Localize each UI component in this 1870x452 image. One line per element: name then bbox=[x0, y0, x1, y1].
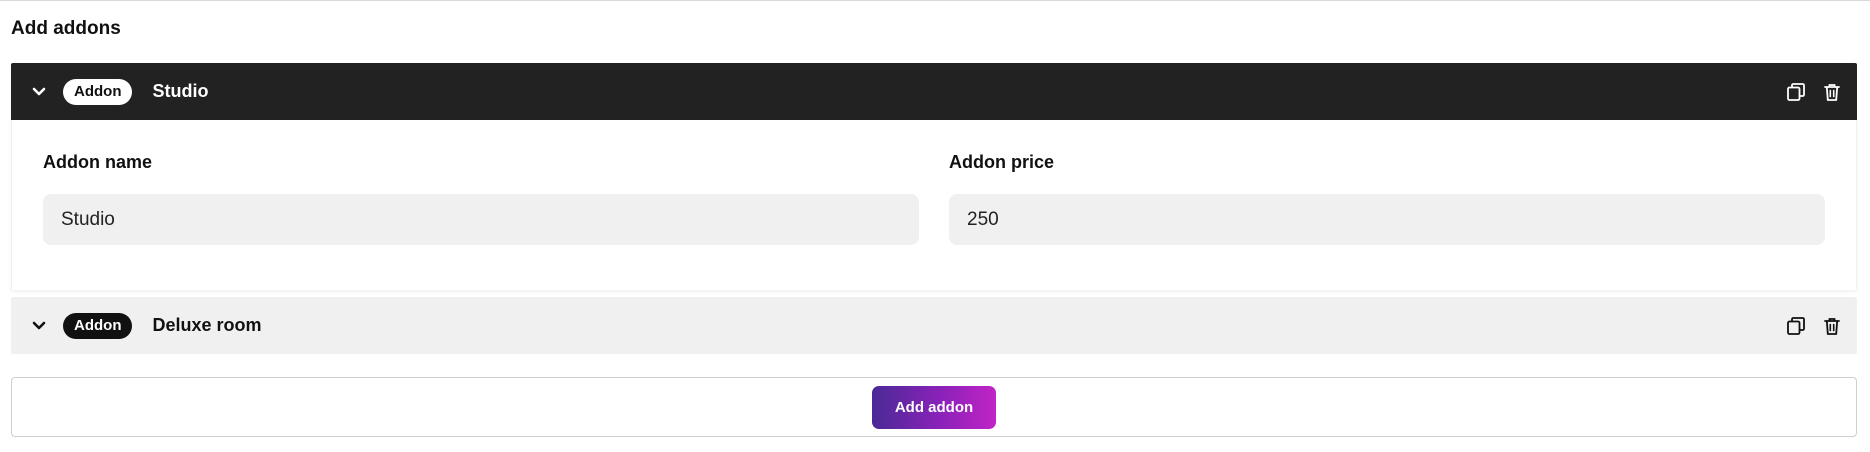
addon-price-label: Addon price bbox=[949, 152, 1055, 172]
duplicate-icon[interactable] bbox=[1785, 315, 1807, 337]
addon-name-field: Addon name bbox=[43, 152, 919, 245]
addon-card-header[interactable]: Addon Studio bbox=[11, 63, 1857, 120]
addon-card: Addon Studio Addon name Studio Addon pri… bbox=[11, 63, 1857, 290]
section-title: Add addons bbox=[11, 18, 121, 39]
addon-price-field: Addon price bbox=[949, 152, 1825, 245]
addon-name-label: Addon name bbox=[43, 152, 153, 172]
duplicate-icon[interactable] bbox=[1785, 81, 1807, 103]
add-addon-bar: Add addon bbox=[11, 377, 1857, 437]
chevron-down-icon[interactable] bbox=[29, 82, 49, 102]
addon-type-badge: Addon bbox=[63, 78, 133, 105]
add-addon-button[interactable]: Add addon bbox=[872, 385, 996, 429]
addon-name-input[interactable] bbox=[43, 194, 919, 245]
addon-card-header[interactable]: Addon Deluxe room bbox=[11, 297, 1857, 354]
addon-card-actions bbox=[1785, 297, 1843, 354]
addon-card: Addon Deluxe room bbox=[11, 297, 1857, 354]
addon-card-body: Addon name Addon price bbox=[11, 120, 1857, 290]
trash-icon[interactable] bbox=[1821, 81, 1843, 103]
addon-card-actions bbox=[1785, 63, 1843, 120]
addon-card-title: Deluxe room bbox=[152, 315, 262, 335]
chevron-down-icon[interactable] bbox=[29, 316, 49, 336]
trash-icon[interactable] bbox=[1821, 315, 1843, 337]
addon-card-title: Studio bbox=[152, 81, 209, 101]
addon-type-badge: Addon bbox=[63, 312, 133, 339]
addon-price-input[interactable] bbox=[949, 194, 1825, 245]
addons-page: Add addons Addon Studio Addon name Studi… bbox=[0, 0, 1870, 452]
